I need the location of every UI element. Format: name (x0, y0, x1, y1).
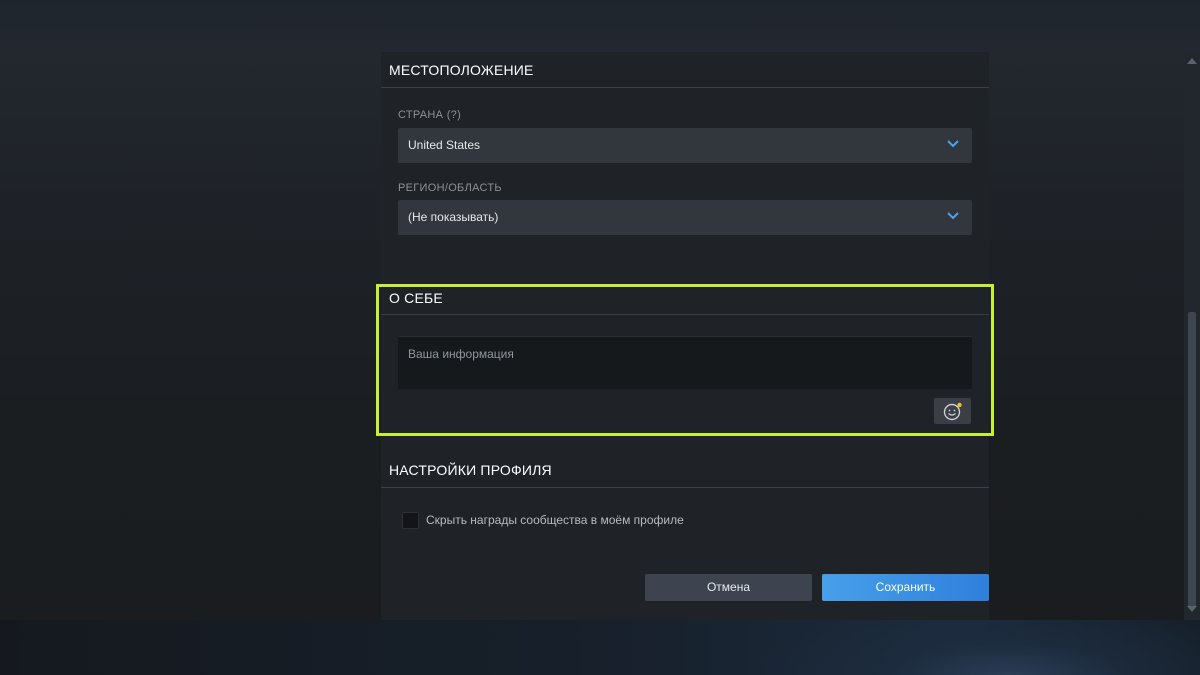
section-divider (381, 314, 989, 315)
country-select[interactable]: United States (398, 128, 972, 163)
smiley-icon (943, 402, 962, 421)
save-button[interactable]: Сохранить (822, 574, 989, 601)
scrollbar-thumb[interactable] (1188, 312, 1196, 607)
profile-settings-section-title: НАСТРОЙКИ ПРОФИЛЯ (389, 462, 552, 478)
chevron-down-icon (947, 212, 959, 220)
about-section-title: О СЕБЕ (389, 290, 443, 306)
scroll-down-arrow-icon[interactable] (1187, 606, 1197, 612)
region-label: РЕГИОН/ОБЛАСТЬ (398, 182, 502, 194)
summary-placeholder: Ваша информация (408, 347, 514, 361)
section-divider (381, 487, 989, 488)
country-label: СТРАНА (?) (398, 109, 461, 121)
chevron-down-icon (947, 140, 959, 148)
country-help-link[interactable]: (?) (447, 109, 461, 121)
country-label-text: СТРАНА (398, 109, 444, 121)
scroll-up-arrow-icon[interactable] (1187, 58, 1197, 64)
section-divider (381, 87, 989, 88)
summary-textarea[interactable]: Ваша информация (398, 336, 972, 389)
page-footer (0, 620, 1200, 675)
location-section-title: МЕСТОПОЛОЖЕНИЕ (389, 62, 534, 78)
page-header-band (0, 0, 1200, 52)
hide-awards-label: Скрыть награды сообщества в моём профиле (426, 513, 684, 527)
page-scrollbar[interactable] (1184, 52, 1200, 620)
edit-profile-panel: МЕСТОПОЛОЖЕНИЕ СТРАНА (?) United States … (381, 52, 989, 620)
emoji-picker-button[interactable] (934, 398, 971, 424)
region-select-value: (Не показывать) (408, 210, 499, 224)
cancel-button[interactable]: Отмена (645, 574, 812, 601)
country-select-value: United States (408, 138, 481, 152)
hide-awards-checkbox[interactable] (402, 512, 419, 529)
region-select[interactable]: (Не показывать) (398, 200, 972, 235)
